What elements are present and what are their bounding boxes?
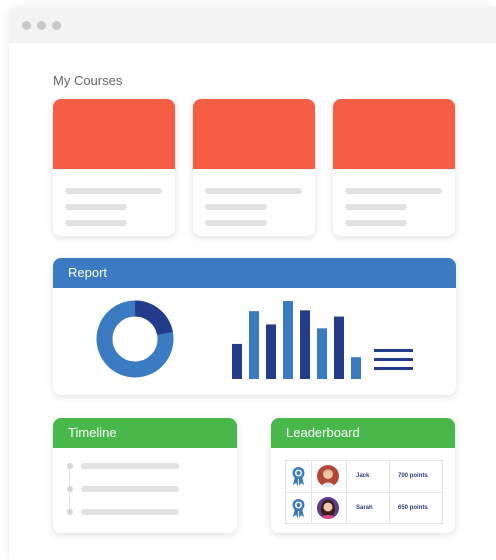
text-placeholder (205, 204, 267, 210)
text-placeholder (65, 188, 162, 194)
ribbon-medal-icon (292, 499, 305, 518)
bar (334, 316, 344, 379)
bar-chart (232, 301, 361, 379)
my-courses-heading: My Courses (53, 73, 123, 88)
timeline-dot (67, 486, 73, 492)
text-placeholder (345, 204, 407, 210)
player-points: 650 points (398, 505, 428, 511)
donut-chart (96, 300, 174, 378)
report-panel[interactable]: Report (53, 258, 456, 395)
leaderboard-panel[interactable]: Leaderboard Jack 700 points Sarah 650 po… (271, 418, 455, 533)
window-dot-icon[interactable] (22, 21, 31, 30)
report-header: Report (53, 258, 456, 288)
avatar (317, 465, 339, 487)
player-points: 700 points (398, 473, 428, 479)
window-dot-icon[interactable] (37, 21, 46, 30)
report-title: Report (68, 265, 108, 280)
avatar (317, 497, 339, 519)
text-placeholder (65, 204, 127, 210)
bar (249, 311, 259, 379)
timeline-panel[interactable]: Timeline (53, 418, 237, 533)
timeline-dot (67, 463, 73, 469)
ribbon-medal-icon (292, 467, 305, 486)
app-window: My Courses Report Timeline Leaderboard J… (9, 7, 496, 560)
timeline-header: Timeline (53, 418, 237, 448)
course-card[interactable] (53, 99, 175, 236)
bar (266, 324, 276, 379)
text-placeholder (81, 509, 179, 515)
leaderboard-header: Leaderboard (271, 418, 455, 448)
list-icon (374, 349, 413, 370)
window-dot-icon[interactable] (52, 21, 61, 30)
text-placeholder (345, 188, 442, 194)
course-thumbnail (333, 99, 455, 169)
course-thumbnail (193, 99, 315, 169)
text-placeholder (81, 486, 179, 492)
table-row[interactable]: Sarah 650 points (286, 492, 442, 524)
window-titlebar (9, 7, 496, 43)
text-placeholder (345, 220, 407, 226)
text-placeholder (205, 220, 267, 226)
player-name: Sarah (356, 505, 373, 511)
text-placeholder (81, 463, 179, 469)
course-thumbnail (53, 99, 175, 169)
leaderboard-title: Leaderboard (286, 425, 360, 440)
text-placeholder (205, 188, 302, 194)
bar (232, 343, 242, 379)
bar (300, 310, 310, 379)
course-card[interactable] (193, 99, 315, 236)
bar (351, 357, 361, 379)
leaderboard-table: Jack 700 points Sarah 650 points (285, 460, 443, 524)
text-placeholder (65, 220, 127, 226)
timeline-dot (67, 509, 73, 515)
bar (283, 301, 293, 379)
bar (317, 328, 327, 379)
player-name: Jack (356, 473, 370, 479)
report-chart (96, 300, 413, 379)
timeline-title: Timeline (68, 425, 117, 440)
table-row[interactable]: Jack 700 points (286, 461, 442, 492)
course-card[interactable] (333, 99, 455, 236)
